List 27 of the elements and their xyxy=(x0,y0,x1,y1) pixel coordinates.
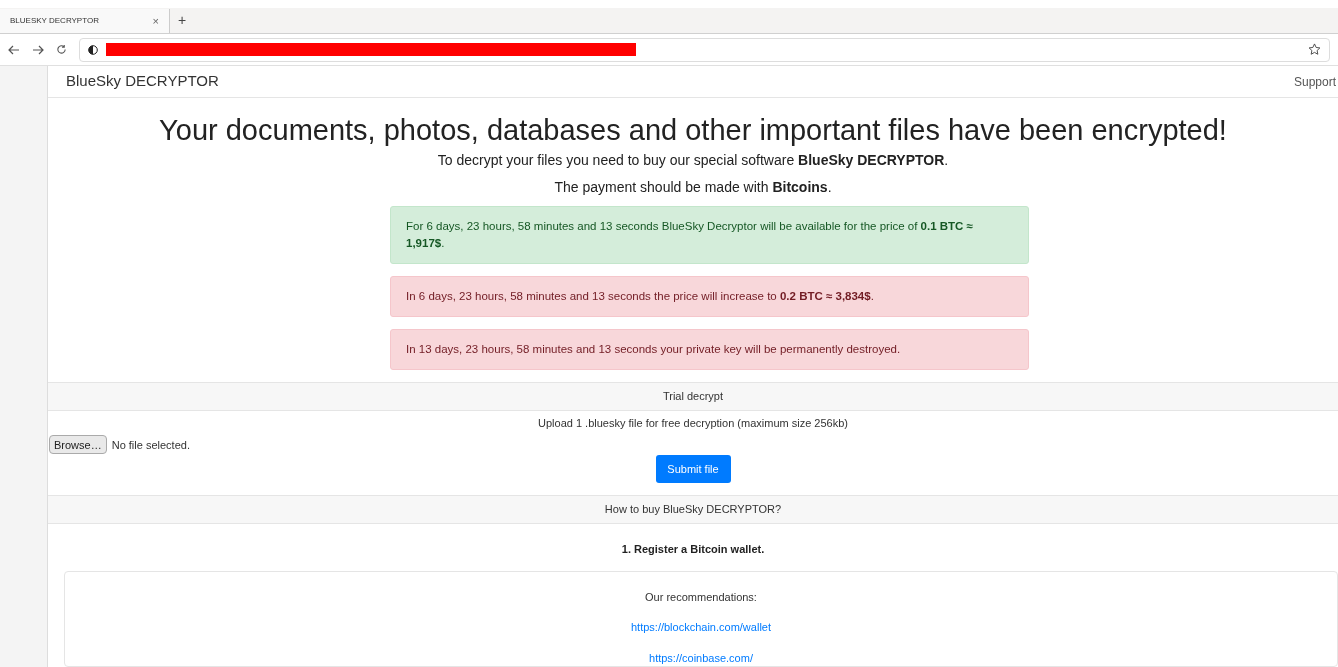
reload-icon[interactable] xyxy=(56,44,67,55)
address-bar[interactable] xyxy=(79,37,1330,62)
site-info-icon xyxy=(88,44,98,55)
alert-message: For 6 days, 23 hours, 58 minutes and 13 seconds BlueSky Decryptor will be available for the price of 0.1 BTC ≈ 1,917$. xyxy=(390,206,1029,265)
intro-text: To decrypt your files you need to buy our special software BlueSky DECRYPTOR. xyxy=(437,151,949,171)
recommendations-label: Our recommendations: xyxy=(645,589,757,605)
browser-tab[interactable]: BLUESKY DECRYPTOR × xyxy=(0,9,170,33)
headline: Your documents, photos, databases and other important files have been encrypted! xyxy=(158,113,1228,149)
upload-instructions: Upload 1 .bluesky file for free decryption (maximum size 256kb) xyxy=(537,415,849,431)
section-header: Trial decrypt xyxy=(48,382,1338,411)
close-tab-button[interactable]: × xyxy=(152,12,159,30)
file-status: No file selected. xyxy=(111,437,190,453)
back-arrow-icon[interactable] xyxy=(8,44,20,55)
wallet-link[interactable]: https://coinbase.com/ xyxy=(649,649,753,666)
submit-file-button[interactable]: Submit file xyxy=(655,455,731,484)
forward-arrow-icon[interactable] xyxy=(32,44,44,55)
section-header: How to buy BlueSky DECRYPTOR? xyxy=(48,495,1338,524)
alert-message: In 13 days, 23 hours, 58 minutes and 13 seconds your private key will be permanently destroyed. xyxy=(390,329,1029,371)
brand-name[interactable]: BlueSky DECRYPTOR xyxy=(66,70,219,93)
support-link[interactable]: Support xyxy=(1293,72,1336,91)
alert-message: In 6 days, 23 hours, 58 minutes and 13 seconds the price will increase to 0.2 BTC ≈ 3,834$. xyxy=(390,276,1029,318)
step-heading: 1. Register a Bitcoin wallet. xyxy=(620,542,766,557)
wallet-link[interactable]: https://blockchain.com/wallet xyxy=(631,619,771,636)
new-tab-button[interactable]: + xyxy=(178,10,187,31)
browse-button[interactable]: Browse… xyxy=(49,435,107,455)
intro-text: The payment should be made with Bitcoins. xyxy=(554,178,832,198)
star-icon[interactable] xyxy=(1308,43,1321,56)
